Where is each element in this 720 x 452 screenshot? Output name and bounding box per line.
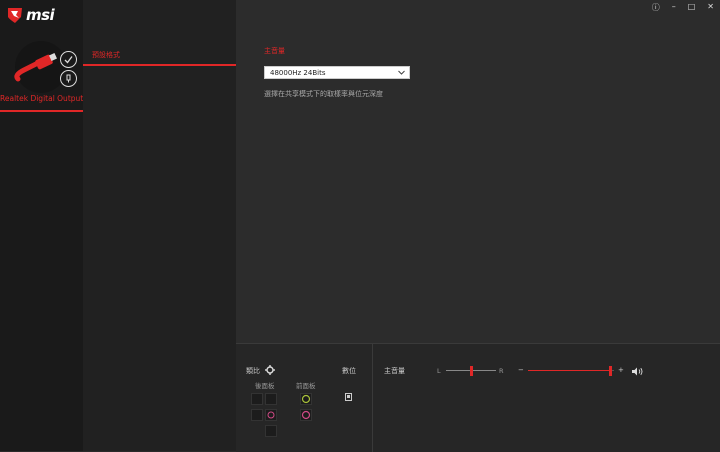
gear-icon[interactable]	[265, 365, 275, 375]
info-button[interactable]: ⓘ	[652, 2, 660, 13]
rear-panel-label: 後面板	[255, 382, 275, 390]
volume-minus-button[interactable]: −	[518, 366, 524, 374]
device-panel: msi Realtek Digital Output	[0, 0, 84, 451]
balance-thumb[interactable]	[469, 366, 473, 376]
front-jack-green[interactable]	[300, 393, 312, 405]
volume-plus-button[interactable]: +	[618, 366, 624, 374]
jack-ring-icon	[301, 410, 311, 420]
volume-thumb[interactable]	[608, 366, 612, 376]
master-volume-panel: 主音量 L R − +	[372, 343, 720, 452]
rear-jack[interactable]	[251, 393, 263, 405]
device-label[interactable]: Realtek Digital Output	[0, 94, 83, 103]
volume-slider[interactable]	[528, 366, 614, 376]
format-select-value: 48000Hz 24Bits	[270, 68, 326, 77]
minimize-button[interactable]: –	[672, 2, 676, 13]
rear-jack[interactable]	[251, 409, 263, 421]
chevron-down-icon	[398, 70, 405, 75]
settings-menu: 預設格式	[83, 0, 236, 451]
digital-port-icon[interactable]	[345, 393, 352, 401]
logo-text: msi	[26, 6, 55, 24]
device-selected-indicator	[0, 110, 83, 112]
menu-item-default-format[interactable]: 預設格式	[92, 50, 120, 60]
master-volume-label: 主音量	[384, 367, 405, 375]
volume-fill	[528, 370, 609, 371]
format-select[interactable]: 48000Hz 24Bits	[264, 66, 410, 79]
section-label: 主音量	[264, 47, 285, 55]
device-icon[interactable]	[0, 33, 83, 93]
maximize-button[interactable]: □	[688, 2, 696, 13]
rear-jack[interactable]	[265, 425, 277, 437]
connector-settings-button[interactable]	[60, 70, 77, 87]
main-content: ⓘ – □ ✕ 主音量 48000Hz 24Bits 選擇在共享模式下的取樣率與…	[236, 0, 720, 343]
analog-label: 類比	[246, 367, 260, 375]
menu-selected-indicator	[83, 64, 236, 66]
rear-jack[interactable]	[265, 393, 277, 405]
msi-logo: msi	[6, 6, 81, 24]
balance-left-label: L	[437, 367, 441, 375]
jack-ring-icon	[267, 411, 275, 419]
check-button[interactable]	[60, 51, 77, 68]
rear-jack-pink[interactable]	[265, 409, 277, 421]
window-controls: ⓘ – □ ✕	[652, 2, 714, 13]
speaker-icon[interactable]	[632, 367, 644, 376]
balance-slider[interactable]	[446, 366, 496, 376]
front-panel-label: 前面板	[296, 382, 316, 390]
connector-icon	[66, 74, 71, 83]
digital-label: 數位	[342, 367, 356, 375]
jack-panel: 類比 數位 後面板 前面板	[236, 343, 372, 452]
dragon-shield-icon	[8, 8, 22, 23]
format-description: 選擇在共享模式下的取樣率與位元深度	[264, 90, 383, 98]
balance-right-label: R	[499, 367, 504, 375]
front-jack-pink[interactable]	[300, 409, 312, 421]
close-button[interactable]: ✕	[707, 2, 714, 13]
check-icon	[64, 56, 73, 64]
jack-ring-icon	[301, 394, 311, 404]
